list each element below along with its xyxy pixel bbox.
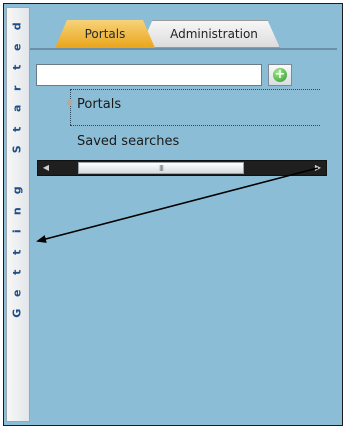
tab-portals[interactable]: Portals bbox=[55, 20, 155, 48]
annotation-arrow bbox=[36, 167, 319, 243]
tab-administration[interactable]: Administration bbox=[140, 20, 280, 48]
tab-administration-label: Administration bbox=[170, 27, 258, 41]
tab-portals-label: Portals bbox=[84, 27, 126, 41]
